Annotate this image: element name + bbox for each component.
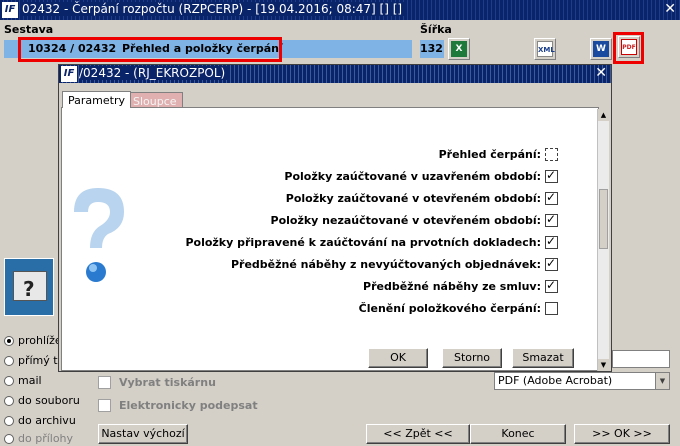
dialog-scrollbar[interactable]: ▲ ▼ (597, 109, 609, 371)
dialog-title: /02432 - (RJ_EKROZPOL) (79, 66, 230, 80)
xml-icon: XML (537, 41, 555, 57)
checkbox-row[interactable]: Předběžné náběhy z nevyúčtovaných objedn… (231, 256, 558, 272)
window-close-button[interactable]: ✕ (664, 1, 676, 17)
storno-button[interactable]: Storno (442, 348, 502, 368)
konec-button[interactable]: Konec (470, 424, 566, 444)
checkbox[interactable] (545, 190, 558, 205)
checkbox-row[interactable]: Položky připravené k zaúčtování na prvot… (185, 234, 558, 250)
parameters-dialog: IF /02432 - (RJ_EKROZPOL) ✕ Parametry Sl… (58, 64, 612, 372)
app-icon: IF (2, 2, 18, 18)
radio-button[interactable] (4, 433, 14, 444)
radio-button[interactable] (4, 415, 14, 426)
printer-select[interactable]: PDF (Adobe Acrobat) ▼ (494, 372, 670, 390)
checkbox-row[interactable]: Předběžné náběhy ze smluv: (363, 278, 558, 294)
printer-extra-field[interactable] (612, 350, 670, 368)
vybrat-tiskarnu-row[interactable]: Vybrat tiskárnu (98, 376, 216, 389)
checkbox[interactable] (545, 212, 558, 227)
window-titlebar: IF 02432 - Čerpání rozpočtu (RZPCERP) - … (0, 0, 680, 20)
radio-do-archivu[interactable]: do archivu (4, 414, 76, 427)
prehled-cerpani-checkbox[interactable] (545, 147, 558, 161)
question-mark-icon (66, 182, 130, 294)
excel-export-button[interactable]: X (448, 38, 470, 60)
chevron-down-icon[interactable]: ▼ (655, 373, 669, 389)
checkbox-row[interactable]: Členění položkového čerpání: (359, 300, 558, 316)
radio-button[interactable] (4, 375, 14, 386)
radio-mail[interactable]: mail (4, 374, 42, 387)
radio-button[interactable] (4, 395, 14, 406)
highlight-pdf (613, 32, 644, 64)
ok-next-button[interactable]: >> OK >> (574, 424, 670, 444)
scroll-down-icon[interactable]: ▼ (598, 359, 609, 371)
scroll-up-icon[interactable]: ▲ (598, 109, 609, 121)
scroll-thumb[interactable] (599, 189, 608, 249)
printer-select-value: PDF (Adobe Acrobat) (498, 374, 613, 387)
checkbox[interactable] (545, 256, 558, 271)
ok-button[interactable]: OK (368, 348, 428, 368)
app-icon: IF (61, 66, 77, 82)
radio-button[interactable] (4, 335, 14, 346)
highlight-sestava (18, 37, 282, 62)
window-title: 02432 - Čerpání rozpočtu (RZPCERP) - [19… (22, 2, 407, 16)
elektronicky-podepsat-row[interactable]: Elektronicky podepsat (98, 399, 258, 412)
checkbox-row[interactable]: Položky zaúčtované v otevřeném období: (286, 190, 558, 206)
nastav-vychozi-button[interactable]: Nastav výchozí (98, 424, 188, 444)
parameters-panel: Přehled čerpání: Položky zaúčtované v uz… (61, 107, 599, 371)
elektronicky-podepsat-label: Elektronicky podepsat (119, 399, 258, 412)
checkbox[interactable] (545, 301, 558, 315)
checkbox-row[interactable]: Položky nezaúčtované v otevřeném období: (271, 212, 558, 228)
excel-icon: X (451, 41, 467, 57)
checkbox[interactable] (545, 278, 558, 293)
sestava-label: Sestava (4, 23, 54, 36)
radio-button[interactable] (4, 355, 14, 366)
vybrat-tiskarnu-label: Vybrat tiskárnu (119, 376, 216, 389)
xml-export-button[interactable]: XML (534, 38, 556, 60)
checkbox[interactable] (545, 168, 558, 183)
vybrat-tiskarnu-checkbox[interactable] (98, 376, 111, 389)
word-export-button[interactable]: W (590, 38, 612, 60)
checkbox-row[interactable]: Přehled čerpání: (439, 146, 558, 162)
tab-parametry[interactable]: Parametry (62, 91, 131, 108)
radio-do-prilohy[interactable]: do přílohy (4, 432, 73, 445)
checkbox-row[interactable]: Položky zaúčtované v uzavřeném období: (284, 168, 558, 184)
sirka-field[interactable]: 132 (420, 40, 444, 58)
sirka-label: Šířka (420, 23, 452, 36)
printer-icon[interactable]: ? (4, 258, 54, 316)
word-icon: W (593, 41, 609, 57)
smazat-button[interactable]: Smazat (512, 348, 574, 368)
elektronicky-podepsat-checkbox[interactable] (98, 399, 111, 412)
checkbox[interactable] (545, 234, 558, 249)
radio-do-souboru[interactable]: do souboru (4, 394, 80, 407)
zpet-button[interactable]: << Zpět << (366, 424, 470, 444)
dialog-titlebar: IF /02432 - (RJ_EKROZPOL) ✕ (59, 65, 611, 83)
dialog-close-button[interactable]: ✕ (595, 65, 607, 81)
